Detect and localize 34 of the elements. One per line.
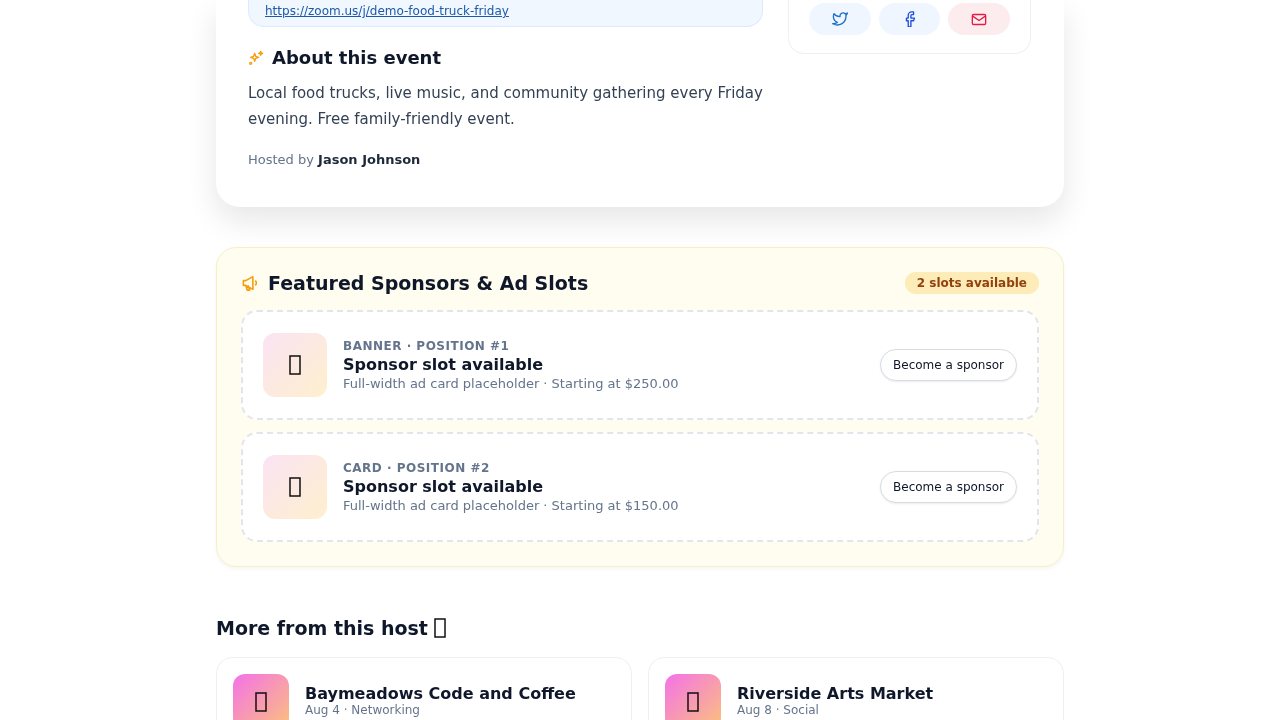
slot-title: Sponsor slot available xyxy=(343,477,545,496)
share-button[interactable] xyxy=(948,3,1010,35)
missing-glyph-icon xyxy=(289,477,301,497)
sparkles-icon xyxy=(248,49,264,66)
share-button[interactable] xyxy=(809,3,871,35)
slot-label: CARD · POSITION #2 xyxy=(343,461,491,475)
hosted-by-label: Hosted by xyxy=(248,152,314,167)
missing-glyph-icon xyxy=(687,692,699,712)
section-heading: More from this host xyxy=(216,617,428,639)
event-card[interactable]: Baymeadows Code and Coffee Aug 4 · Networking xyxy=(216,657,632,720)
sponsor-button[interactable]: Become a sponsor xyxy=(880,349,1017,381)
event-description: Local food trucks, live music, and community gathering every Friday evening. Free family-friendly event. xyxy=(248,83,763,130)
twitter-icon xyxy=(831,12,848,26)
missing-glyph-icon xyxy=(433,618,446,638)
megaphone-icon xyxy=(241,274,260,292)
event-meta: Aug 4 · Networking xyxy=(305,703,421,717)
missing-glyph-icon xyxy=(255,692,267,712)
host-name: Jason Johnson xyxy=(318,152,421,167)
slot-label: BANNER · POSITION #1 xyxy=(343,339,511,353)
share-button[interactable] xyxy=(878,3,941,35)
mail-icon xyxy=(971,12,988,26)
event-title: Baymeadows Code and Coffee xyxy=(305,684,576,703)
section-heading: About this event xyxy=(272,47,441,68)
event-card[interactable]: Riverside Arts Market Aug 8 · Social xyxy=(648,657,1064,720)
sponsor-button[interactable]: Become a sponsor xyxy=(880,471,1017,503)
section-heading: Featured Sponsors & Ad Slots xyxy=(268,272,590,294)
event-title: Riverside Arts Market xyxy=(737,684,934,703)
slot-detail: Full-width ad card placeholder · Starting at $150.00 xyxy=(343,498,680,513)
slot-detail: Full-width ad card placeholder · Starting at $250.00 xyxy=(343,376,680,391)
facebook-icon xyxy=(904,11,915,27)
slot-title: Sponsor slot available xyxy=(343,355,545,374)
missing-glyph-icon xyxy=(289,355,301,375)
slots-badge: 2 slots available xyxy=(904,272,1039,294)
event-meta: Aug 8 · Social xyxy=(737,703,820,717)
